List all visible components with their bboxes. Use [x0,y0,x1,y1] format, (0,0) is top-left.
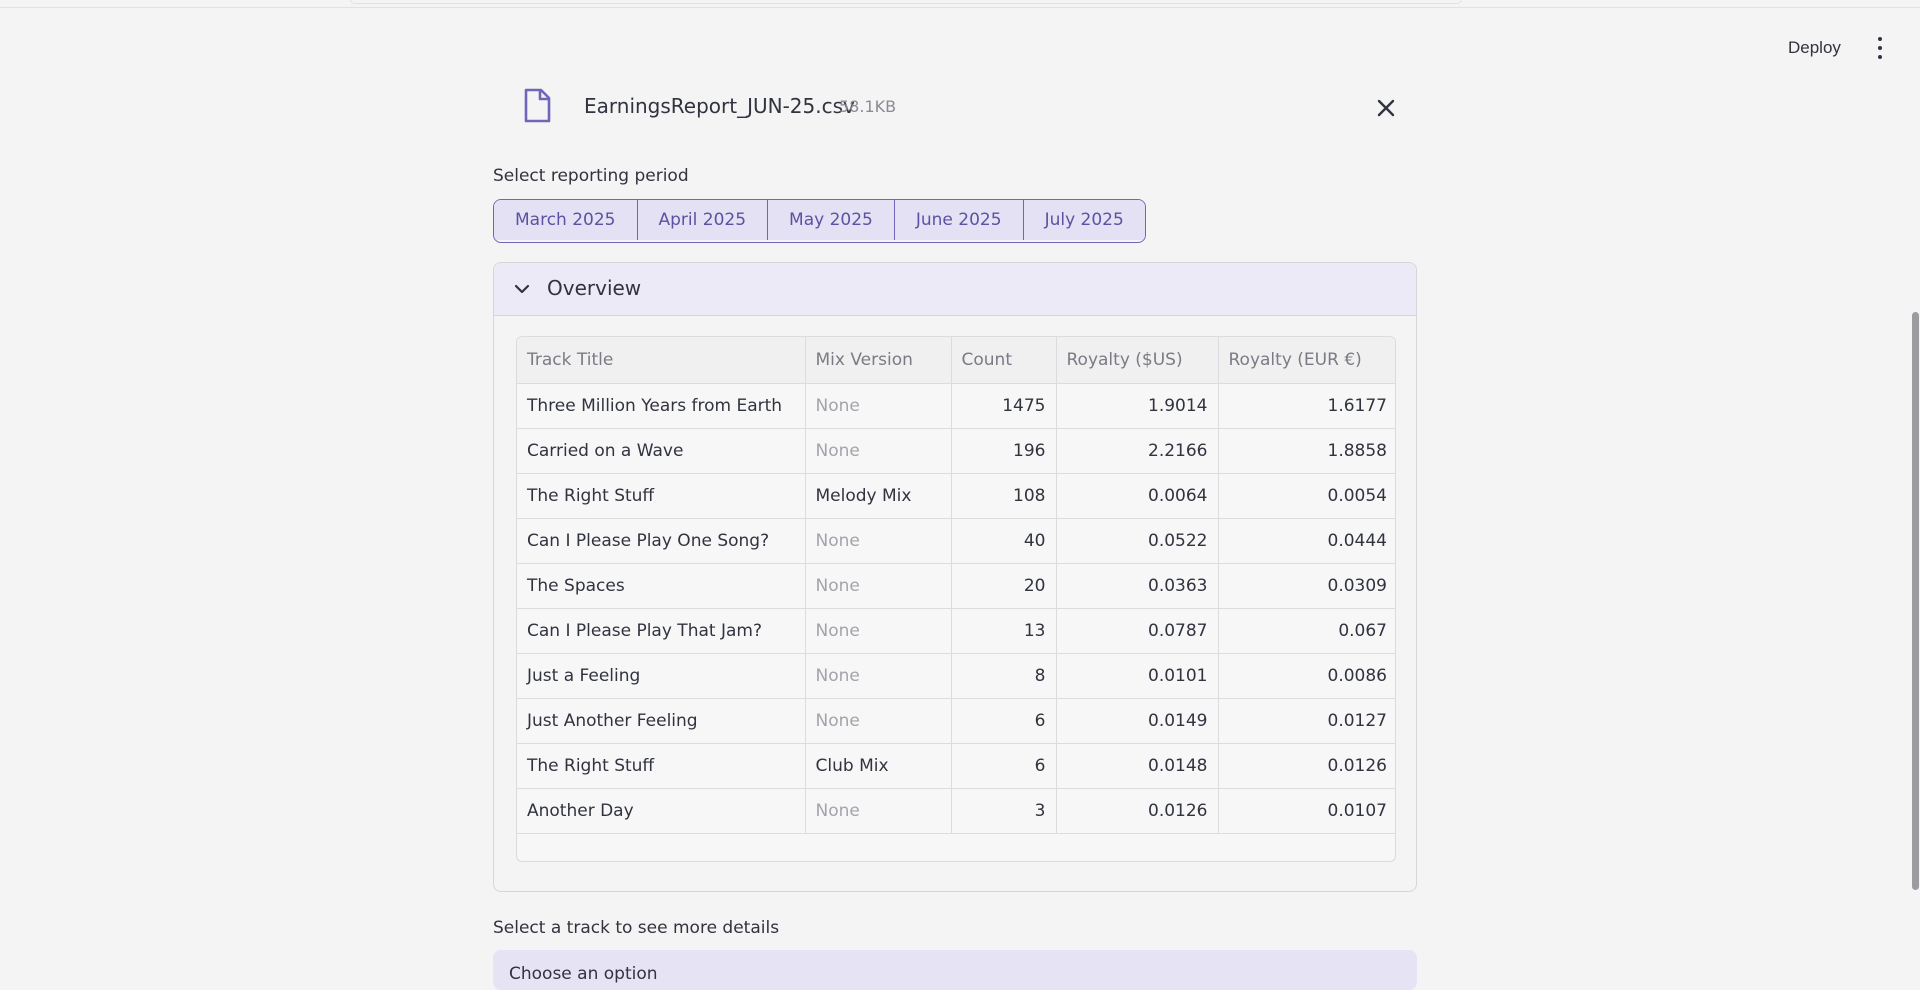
uploaded-file: EarningsReport_JUN-25.csv 58.1KB [520,88,1400,128]
file-name: EarningsReport_JUN-25.csv [584,94,855,118]
period-selector: March 2025 April 2025 May 2025 June 2025… [493,199,1146,243]
earnings-table[interactable]: Track Title Mix Version Count Royalty ($… [516,336,1396,862]
cell-mix-version[interactable]: None [805,383,952,429]
cell-royalty-usd[interactable]: 0.0787 [1056,608,1219,654]
table-row[interactable]: Can I Please Play That Jam? None 13 0.0787 0… [517,608,1395,654]
cell-royalty-usd[interactable]: 0.0064 [1056,473,1219,519]
period-label: Select reporting period [493,166,689,186]
cell-track-title[interactable]: Just Another Feeling [517,698,806,744]
cell-royalty-usd[interactable]: 0.0522 [1056,518,1219,564]
cell-mix-version[interactable]: None [805,608,952,654]
cell-royalty-usd[interactable]: 0.0363 [1056,563,1219,609]
table-header-row: Track Title Mix Version Count Royalty ($… [517,337,1395,384]
table-row[interactable]: Just Another Feeling None 6 0.0149 0.0127 [517,698,1395,744]
cell-royalty-usd[interactable]: 1.9014 [1056,383,1219,429]
table-row[interactable]: Carried on a Wave None 196 2.2166 1.8858 [517,428,1395,474]
cell-count[interactable]: 3 [951,788,1057,834]
cell-mix-version[interactable]: None [805,788,952,834]
cell-royalty-eur[interactable]: 0.0127 [1218,698,1395,744]
table-row[interactable]: Just a Feeling None 8 0.0101 0.0086 [517,653,1395,699]
column-header-mix-version[interactable]: Mix Version [805,337,952,384]
cell-track-title[interactable]: Can I Please Play That Jam? [517,608,806,654]
table-row[interactable]: The Right Stuff Melody Mix 108 0.0064 0.0054 [517,473,1395,519]
cell-track-title[interactable]: Three Million Years from Earth [517,383,806,429]
period-option-july-2025[interactable]: July 2025 [1023,200,1145,240]
file-size: 58.1KB [839,97,897,116]
page-scrollbar[interactable] [1910,0,1920,970]
cell-track-title[interactable]: Carried on a Wave [517,428,806,474]
cell-count[interactable]: 6 [951,698,1057,744]
cell-track-title[interactable]: Just a Feeling [517,653,806,699]
cell-royalty-eur[interactable]: 0.0126 [1218,743,1395,789]
period-option-june-2025[interactable]: June 2025 [894,200,1024,240]
cell-track-title[interactable]: Can I Please Play One Song? [517,518,806,564]
table-row[interactable]: The Right Stuff Club Mix 6 0.0148 0.0126 [517,743,1395,789]
cell-royalty-usd[interactable]: 0.0148 [1056,743,1219,789]
cell-royalty-eur[interactable]: 0.0309 [1218,563,1395,609]
cell-count[interactable]: 20 [951,563,1057,609]
table-row[interactable]: Can I Please Play One Song? None 40 0.0522 0… [517,518,1395,564]
cell-mix-version[interactable]: None [805,518,952,564]
cell-count[interactable]: 40 [951,518,1057,564]
cell-mix-version[interactable]: None [805,563,952,609]
overview-header[interactable]: Overview [494,263,1416,316]
table-row[interactable]: The Spaces None 20 0.0363 0.0309 [517,563,1395,609]
cell-count[interactable]: 1475 [951,383,1057,429]
track-select[interactable]: Choose an option [493,950,1417,990]
close-icon[interactable] [1372,94,1400,122]
cell-track-title[interactable]: The Right Stuff [517,743,806,789]
file-icon [524,88,551,123]
cell-mix-version[interactable]: None [805,653,952,699]
cell-track-title[interactable]: The Spaces [517,563,806,609]
period-option-march-2025[interactable]: March 2025 [494,200,638,240]
table-row[interactable]: Another Day None 3 0.0126 0.0107 [517,788,1395,834]
cell-royalty-eur[interactable]: 1.8858 [1218,428,1395,474]
cell-royalty-eur[interactable]: 0.0444 [1218,518,1395,564]
track-select-placeholder: Choose an option [509,964,658,984]
cell-royalty-eur[interactable]: 0.0054 [1218,473,1395,519]
cell-count[interactable]: 196 [951,428,1057,474]
details-label: Select a track to see more details [493,918,780,938]
column-header-count[interactable]: Count [951,337,1057,384]
cell-count[interactable]: 6 [951,743,1057,789]
cell-royalty-usd[interactable]: 0.0101 [1056,653,1219,699]
top-bar [0,0,1920,8]
cell-count[interactable]: 108 [951,473,1057,519]
overview-expander: Overview Track Title Mix Version Count R… [493,262,1417,892]
table-row[interactable]: Three Million Years from Earth None 1475 1.… [517,383,1395,429]
cell-mix-version[interactable]: None [805,428,952,474]
column-header-royalty-eur[interactable]: Royalty (EUR €) [1218,337,1395,384]
cell-royalty-eur[interactable]: 0.0086 [1218,653,1395,699]
cell-royalty-usd[interactable]: 2.2166 [1056,428,1219,474]
kebab-menu-icon[interactable] [1870,34,1890,62]
overview-title: Overview [547,276,642,300]
cell-count[interactable]: 8 [951,653,1057,699]
cell-royalty-eur[interactable]: 0.0107 [1218,788,1395,834]
column-header-royalty-usd[interactable]: Royalty ($US) [1056,337,1219,384]
chevron-down-icon [514,284,530,294]
cell-royalty-usd[interactable]: 0.0126 [1056,788,1219,834]
cell-mix-version[interactable]: Club Mix [805,743,952,789]
cell-royalty-eur[interactable]: 0.067 [1218,608,1395,654]
period-option-april-2025[interactable]: April 2025 [637,200,769,240]
period-option-may-2025[interactable]: May 2025 [768,200,895,240]
cell-track-title[interactable]: The Right Stuff [517,473,806,519]
cell-count[interactable]: 13 [951,608,1057,654]
cell-mix-version[interactable]: Melody Mix [805,473,952,519]
top-input-edge [350,0,1462,4]
cell-royalty-eur[interactable]: 1.6177 [1218,383,1395,429]
cell-track-title[interactable]: Another Day [517,788,806,834]
scrollbar-thumb[interactable] [1912,312,1919,890]
column-header-track-title[interactable]: Track Title [517,337,806,384]
deploy-button[interactable]: Deploy [1780,34,1849,62]
cell-mix-version[interactable]: None [805,698,952,744]
cell-royalty-usd[interactable]: 0.0149 [1056,698,1219,744]
